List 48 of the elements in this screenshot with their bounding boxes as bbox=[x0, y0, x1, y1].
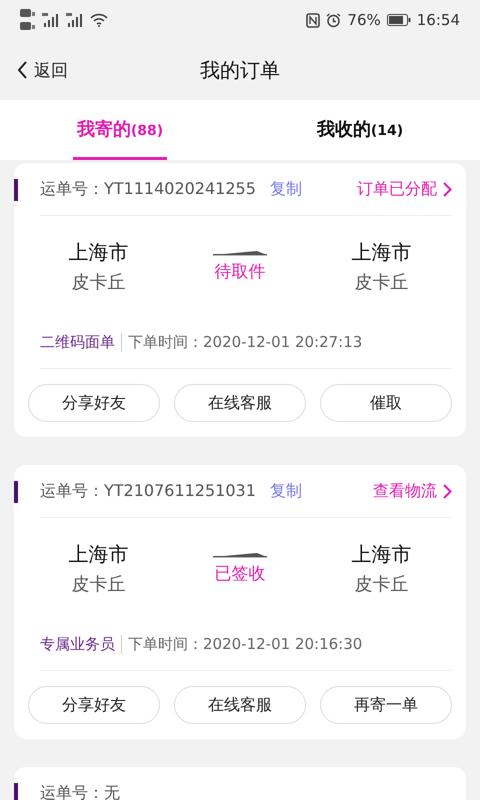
tab[interactable]: 我收的(14) bbox=[312, 100, 408, 160]
status-link[interactable]: 查看物流 bbox=[373, 480, 452, 502]
order-tag[interactable]: 二维码面单 bbox=[40, 332, 122, 352]
nfc-icon bbox=[306, 12, 320, 28]
status-link[interactable]: 订单已分配 bbox=[357, 178, 452, 200]
district-name: 皮卡丘 bbox=[72, 270, 126, 294]
action-button[interactable]: 再寄一单 bbox=[320, 686, 452, 724]
arrow-icon bbox=[212, 250, 267, 256]
city-name: 上海市 bbox=[68, 238, 129, 266]
signal-icon bbox=[42, 13, 60, 27]
action-button[interactable]: 催取 bbox=[320, 384, 452, 422]
order-state: 已签收 bbox=[214, 562, 266, 584]
action-button[interactable]: 在线客服 bbox=[174, 686, 306, 724]
accent-bar bbox=[14, 179, 18, 201]
back-chevron-icon bbox=[18, 61, 28, 79]
action-button[interactable]: 在线客服 bbox=[174, 384, 306, 422]
battery-percent: 76% bbox=[347, 11, 381, 29]
back-button[interactable]: 返回 bbox=[18, 58, 68, 82]
district-name: 皮卡丘 bbox=[354, 270, 408, 294]
chevron-right-icon bbox=[443, 484, 452, 498]
signal-icon bbox=[66, 13, 84, 27]
waybill-number: 运单号：无 bbox=[40, 782, 120, 800]
waybill-number: 运单号：YT1114020241255 bbox=[40, 178, 256, 200]
clock: 16:54 bbox=[416, 11, 460, 29]
order-time: 下单时间：2020-12-01 20:16:30 bbox=[127, 634, 362, 654]
district-name: 皮卡丘 bbox=[354, 572, 408, 596]
arrow-icon bbox=[212, 552, 267, 558]
city-name: 上海市 bbox=[351, 540, 412, 568]
hd-call-icon bbox=[20, 7, 36, 33]
wifi-icon bbox=[90, 13, 108, 27]
order-time: 下单时间：2020-12-01 20:27:13 bbox=[127, 332, 362, 352]
city-name: 上海市 bbox=[351, 238, 412, 266]
accent-bar bbox=[14, 783, 18, 800]
chevron-right-icon bbox=[443, 182, 452, 196]
waybill-number: 运单号：YT2107611251031 bbox=[40, 480, 256, 502]
action-button[interactable]: 分享好友 bbox=[28, 686, 160, 724]
order-tag[interactable]: 专属业务员 bbox=[40, 634, 122, 654]
alarm-icon bbox=[326, 12, 342, 28]
accent-bar bbox=[14, 481, 18, 503]
copy-link[interactable]: 复制 bbox=[270, 480, 302, 502]
action-button[interactable]: 分享好友 bbox=[28, 384, 160, 422]
city-name: 上海市 bbox=[68, 540, 129, 568]
order-state: 待取件 bbox=[214, 260, 266, 282]
tab[interactable]: 我寄的(88) bbox=[72, 100, 168, 160]
district-name: 皮卡丘 bbox=[72, 572, 126, 596]
copy-link[interactable]: 复制 bbox=[270, 178, 302, 200]
battery-icon bbox=[386, 14, 411, 26]
page-title: 我的订单 bbox=[200, 56, 280, 84]
